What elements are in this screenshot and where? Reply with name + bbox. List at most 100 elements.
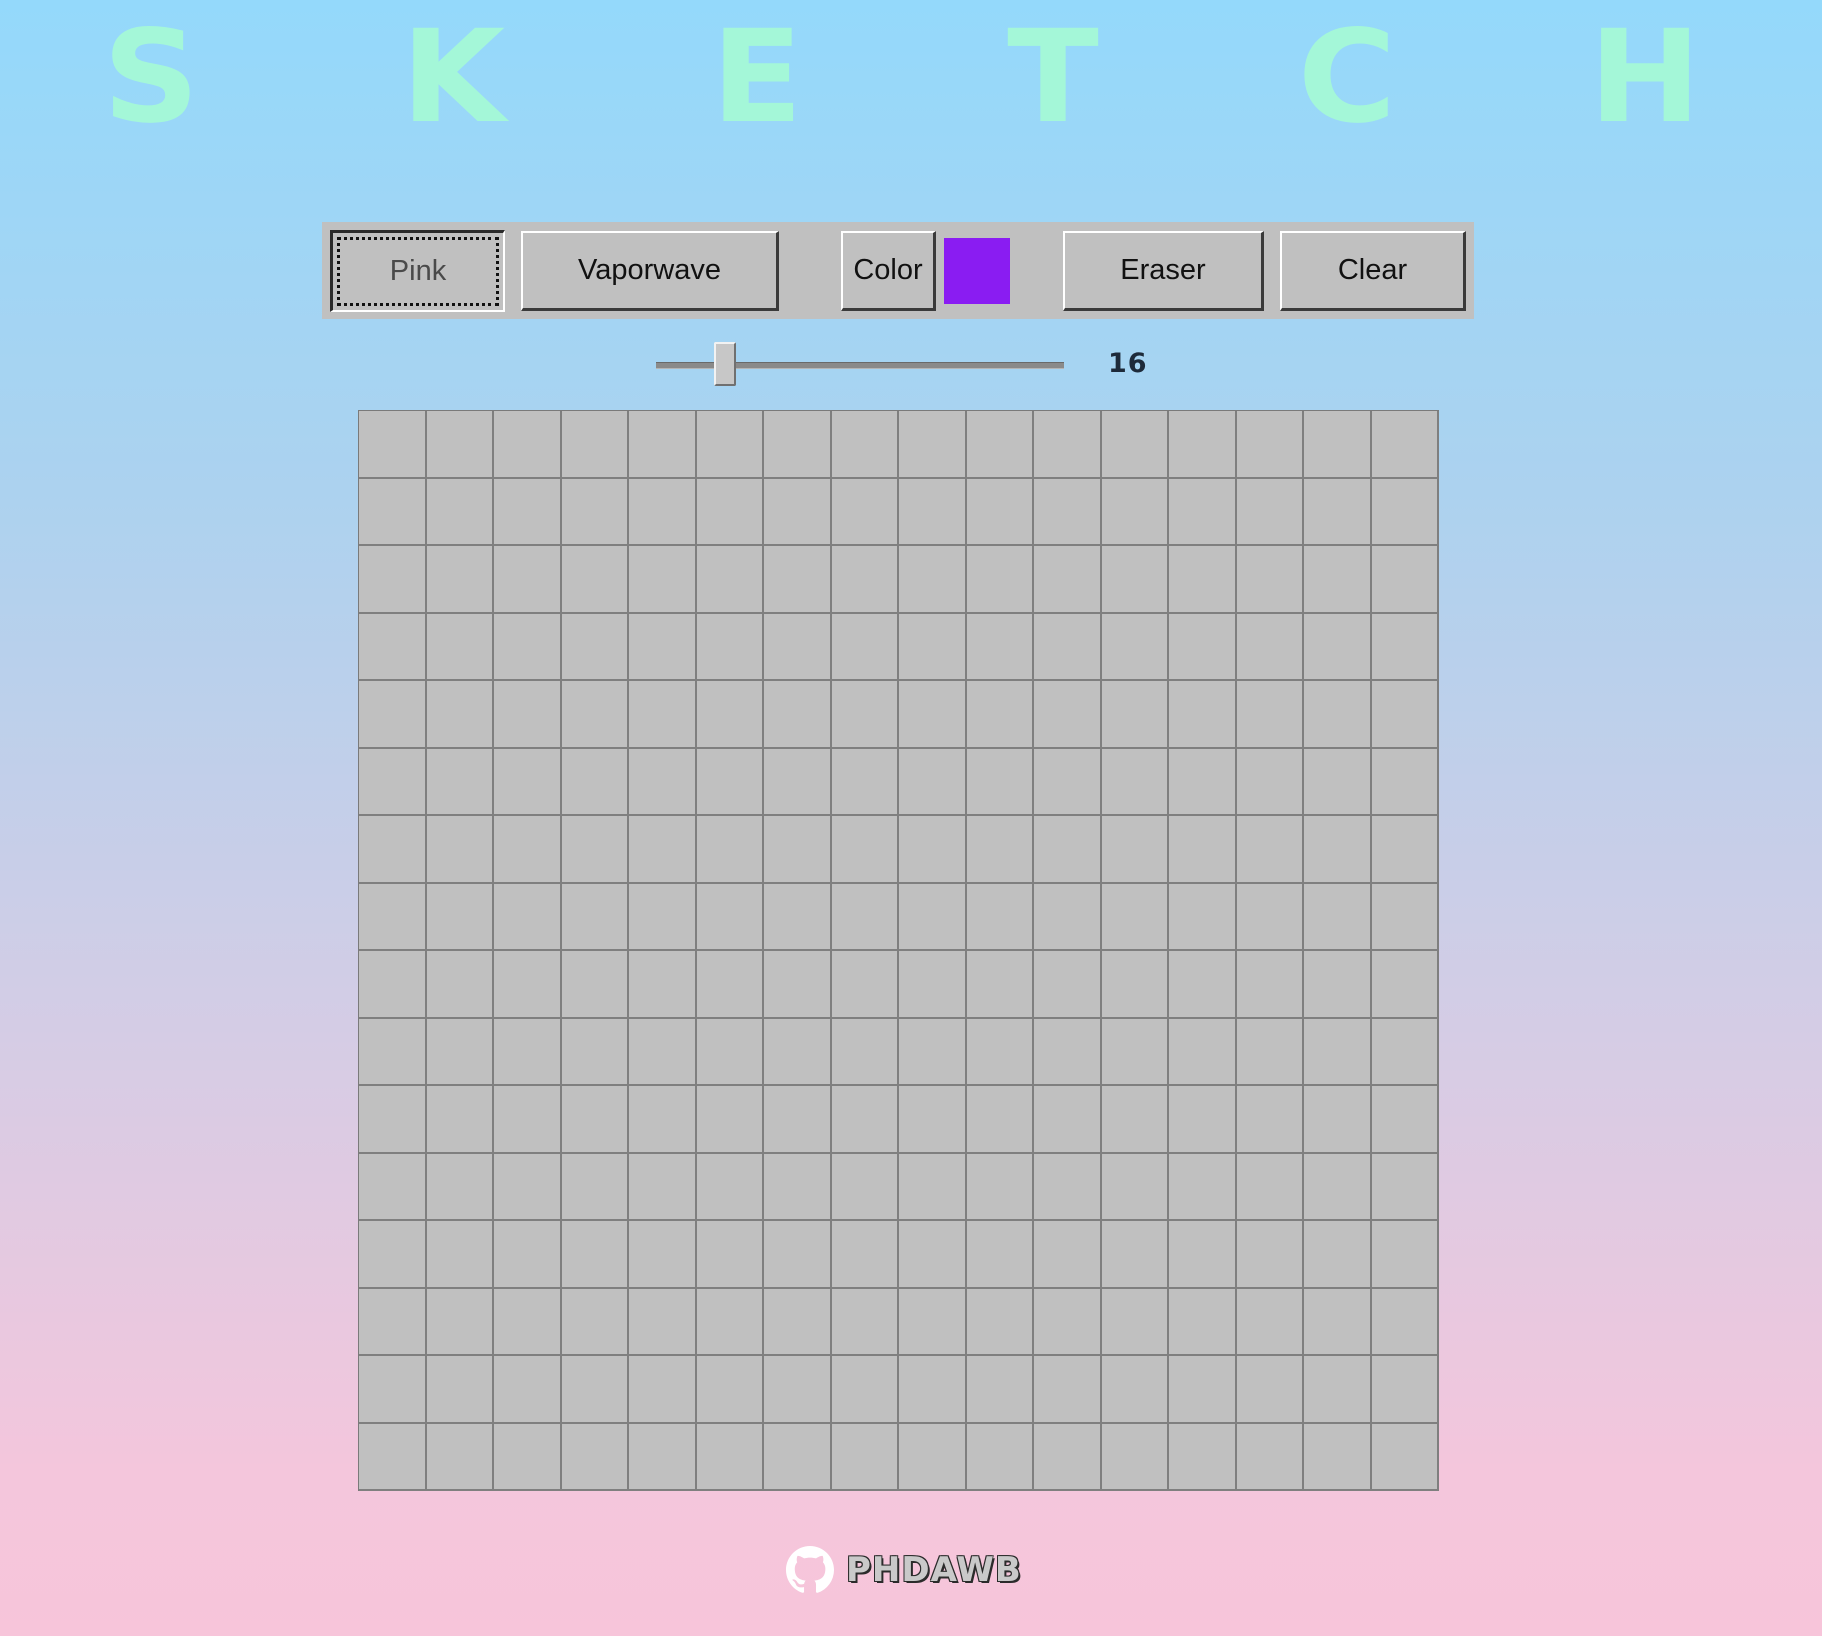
grid-cell[interactable]: [629, 951, 697, 1019]
grid-cell[interactable]: [1371, 1356, 1439, 1424]
grid-cell[interactable]: [561, 883, 629, 951]
grid-cell[interactable]: [1169, 546, 1237, 614]
grid-cell[interactable]: [831, 681, 899, 749]
grid-cell[interactable]: [359, 883, 427, 951]
grid-cell[interactable]: [764, 1153, 832, 1221]
grid-cell[interactable]: [696, 1153, 764, 1221]
grid-cell[interactable]: [1034, 816, 1102, 884]
grid-cell[interactable]: [426, 613, 494, 681]
grid-cell[interactable]: [426, 1423, 494, 1491]
grid-cell[interactable]: [831, 1221, 899, 1289]
grid-cell[interactable]: [831, 1153, 899, 1221]
grid-cell[interactable]: [831, 1423, 899, 1491]
grid-cell[interactable]: [426, 816, 494, 884]
grid-cell[interactable]: [764, 411, 832, 479]
grid-cell[interactable]: [426, 883, 494, 951]
grid-cell[interactable]: [764, 1018, 832, 1086]
grid-cell[interactable]: [696, 816, 764, 884]
grid-cell[interactable]: [426, 1288, 494, 1356]
grid-cell[interactable]: [1169, 1221, 1237, 1289]
grid-cell[interactable]: [1169, 1153, 1237, 1221]
grid-cell[interactable]: [696, 1356, 764, 1424]
grid-cell[interactable]: [1101, 748, 1169, 816]
grid-cell[interactable]: [966, 1288, 1034, 1356]
grid-cell[interactable]: [1169, 1086, 1237, 1154]
grid-cell[interactable]: [1169, 1423, 1237, 1491]
grid-cell[interactable]: [1169, 613, 1237, 681]
grid-cell[interactable]: [1034, 1018, 1102, 1086]
grid-cell[interactable]: [966, 478, 1034, 546]
clear-button[interactable]: Clear: [1280, 231, 1466, 311]
grid-cell[interactable]: [359, 816, 427, 884]
grid-cell[interactable]: [1169, 1288, 1237, 1356]
grid-cell[interactable]: [966, 546, 1034, 614]
grid-cell[interactable]: [1034, 1423, 1102, 1491]
grid-cell[interactable]: [629, 1423, 697, 1491]
sketch-grid[interactable]: [358, 410, 1439, 1491]
grid-cell[interactable]: [494, 546, 562, 614]
grid-cell[interactable]: [696, 478, 764, 546]
color-button[interactable]: Color: [841, 231, 936, 311]
grid-cell[interactable]: [426, 411, 494, 479]
grid-cell[interactable]: [629, 1086, 697, 1154]
grid-cell[interactable]: [831, 816, 899, 884]
grid-cell[interactable]: [966, 1423, 1034, 1491]
grid-cell[interactable]: [966, 411, 1034, 479]
vaporwave-button[interactable]: Vaporwave: [521, 231, 779, 311]
grid-cell[interactable]: [1101, 681, 1169, 749]
grid-cell[interactable]: [1236, 816, 1304, 884]
grid-cell[interactable]: [1371, 1288, 1439, 1356]
grid-cell[interactable]: [764, 1288, 832, 1356]
grid-cell[interactable]: [764, 478, 832, 546]
grid-cell[interactable]: [1304, 1423, 1372, 1491]
grid-cell[interactable]: [1101, 411, 1169, 479]
github-link[interactable]: PHDAWB: [786, 1540, 1022, 1600]
grid-cell[interactable]: [1304, 1288, 1372, 1356]
grid-cell[interactable]: [629, 1018, 697, 1086]
grid-cell[interactable]: [966, 1221, 1034, 1289]
grid-cell[interactable]: [629, 411, 697, 479]
grid-cell[interactable]: [831, 1018, 899, 1086]
grid-cell[interactable]: [1101, 1356, 1169, 1424]
grid-cell[interactable]: [629, 748, 697, 816]
grid-cell[interactable]: [561, 816, 629, 884]
grid-cell[interactable]: [1371, 1221, 1439, 1289]
grid-cell[interactable]: [1304, 681, 1372, 749]
grid-cell[interactable]: [426, 681, 494, 749]
grid-cell[interactable]: [1371, 951, 1439, 1019]
grid-cell[interactable]: [561, 951, 629, 1019]
grid-cell[interactable]: [1034, 1221, 1102, 1289]
grid-cell[interactable]: [764, 1423, 832, 1491]
grid-cell[interactable]: [1236, 546, 1304, 614]
grid-cell[interactable]: [696, 748, 764, 816]
grid-cell[interactable]: [696, 1221, 764, 1289]
grid-cell[interactable]: [629, 681, 697, 749]
grid-cell[interactable]: [1304, 478, 1372, 546]
grid-cell[interactable]: [494, 951, 562, 1019]
grid-cell[interactable]: [561, 613, 629, 681]
grid-cell[interactable]: [1034, 546, 1102, 614]
grid-cell[interactable]: [1236, 1018, 1304, 1086]
grid-cell[interactable]: [494, 816, 562, 884]
grid-cell[interactable]: [1236, 681, 1304, 749]
grid-cell[interactable]: [1101, 1221, 1169, 1289]
grid-cell[interactable]: [1101, 546, 1169, 614]
grid-cell[interactable]: [696, 1018, 764, 1086]
grid-cell[interactable]: [1101, 1153, 1169, 1221]
grid-cell[interactable]: [359, 613, 427, 681]
grid-cell[interactable]: [696, 681, 764, 749]
grid-cell[interactable]: [966, 613, 1034, 681]
grid-cell[interactable]: [1169, 883, 1237, 951]
grid-cell[interactable]: [561, 1423, 629, 1491]
grid-cell[interactable]: [1236, 613, 1304, 681]
grid-cell[interactable]: [899, 1018, 967, 1086]
grid-cell[interactable]: [494, 681, 562, 749]
grid-cell[interactable]: [966, 883, 1034, 951]
grid-cell[interactable]: [1371, 883, 1439, 951]
grid-cell[interactable]: [1236, 1356, 1304, 1424]
grid-cell[interactable]: [561, 1018, 629, 1086]
grid-cell[interactable]: [764, 1221, 832, 1289]
grid-cell[interactable]: [359, 1221, 427, 1289]
grid-cell[interactable]: [1304, 816, 1372, 884]
grid-cell[interactable]: [899, 411, 967, 479]
